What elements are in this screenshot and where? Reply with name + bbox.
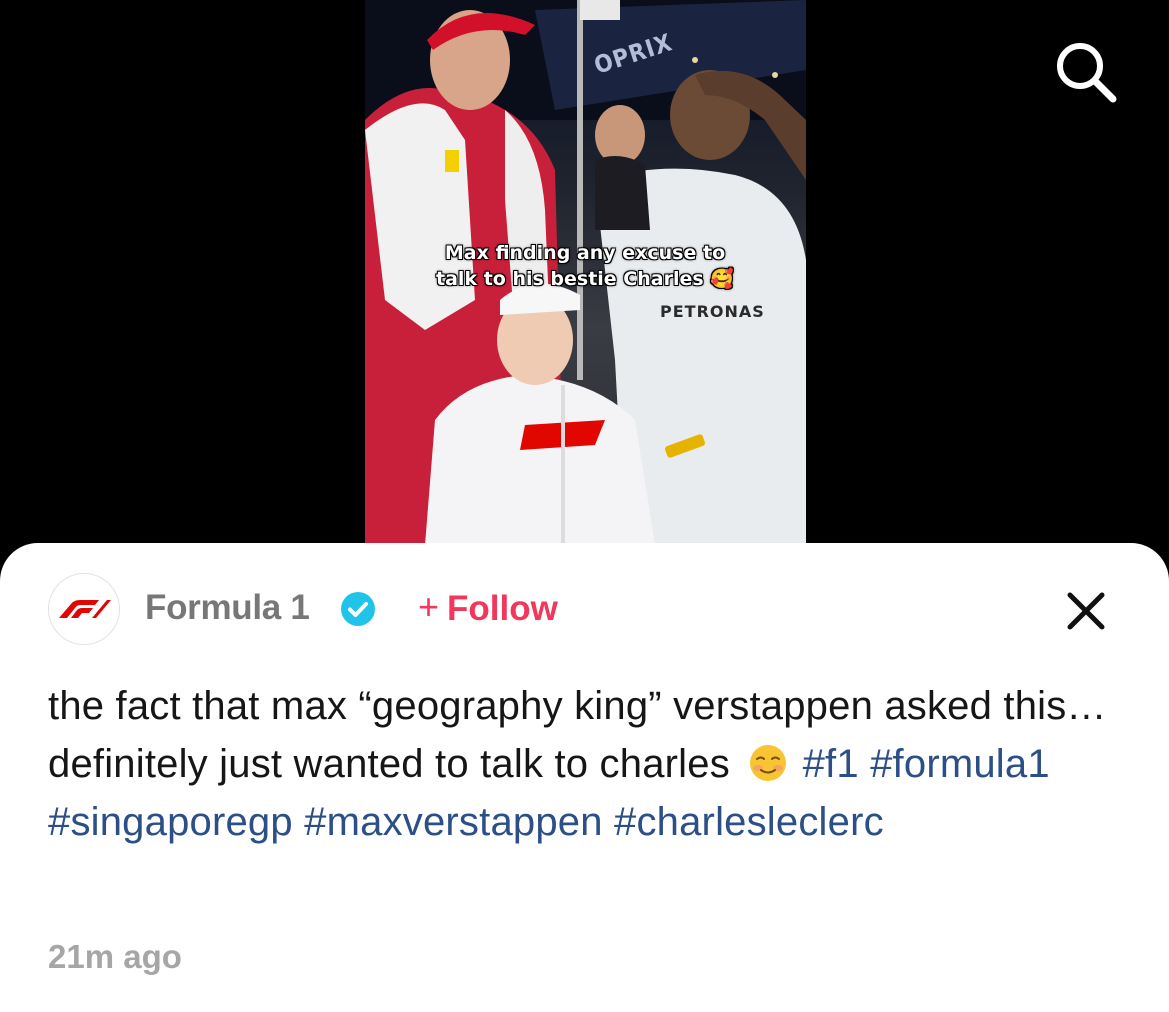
smiling-face-icon (750, 745, 787, 781)
search-button[interactable] (1050, 36, 1122, 108)
follow-plus-icon: + (418, 586, 440, 627)
hashtag-link[interactable]: #formula1 (870, 742, 1050, 786)
close-icon (1067, 592, 1105, 630)
video-shirt-text: PETRONAS (660, 302, 765, 321)
search-icon (1057, 43, 1117, 103)
hashtag-link[interactable]: #f1 (803, 742, 859, 786)
video-caption-line2: talk to his bestie Charles 🥰 (436, 268, 734, 290)
screen: OPRIX PETRONAS Max finding any excuse to… (0, 0, 1169, 1012)
post-description: the fact that max “geography king” verst… (48, 677, 1128, 851)
verified-badge-icon (341, 592, 375, 626)
close-button[interactable] (1062, 587, 1110, 635)
follow-button[interactable]: + Follow (418, 586, 558, 631)
hashtag-link[interactable]: #maxverstappen (304, 800, 603, 844)
post-details-sheet: Formula 1 + Follow the fact that max “ge… (0, 543, 1169, 1012)
hashtag-link[interactable]: #singaporegp (48, 800, 293, 844)
hashtag-link[interactable]: #charlesleclerc (614, 800, 884, 844)
post-timestamp: 21m ago (48, 938, 182, 975)
f1-logo-icon (59, 600, 111, 618)
video-caption: Max finding any excuse to talk to his be… (405, 240, 765, 292)
avatar[interactable] (48, 573, 120, 645)
account-name[interactable]: Formula 1 (145, 588, 310, 628)
follow-label: Follow (447, 589, 558, 628)
video-player[interactable]: OPRIX PETRONAS Max finding any excuse to… (365, 0, 806, 545)
video-caption-line1: Max finding any excuse to (444, 242, 726, 264)
